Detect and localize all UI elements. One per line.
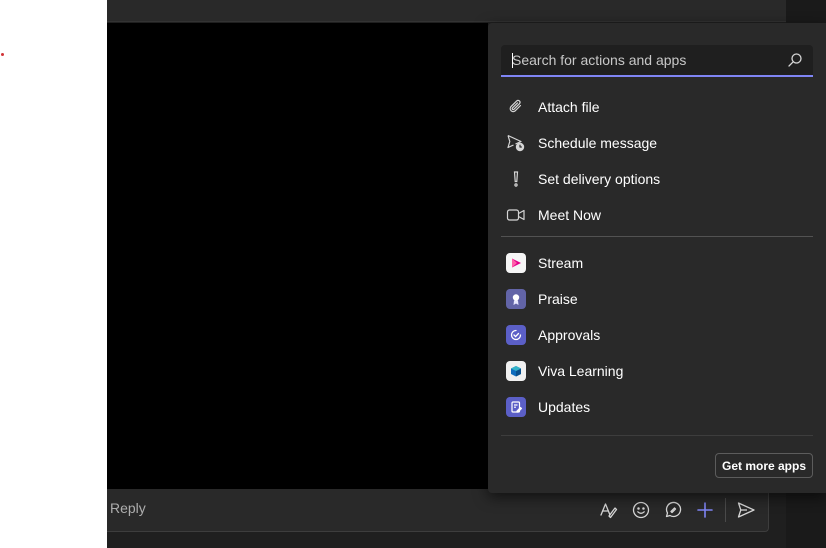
- reply-label[interactable]: Reply: [110, 500, 146, 516]
- video-camera-icon: [504, 203, 528, 227]
- updates-app-icon: [504, 395, 528, 419]
- toolbar-divider: [725, 498, 726, 522]
- partial-app-item[interactable]: [501, 425, 813, 433]
- get-more-apps-button[interactable]: Get more apps: [715, 453, 813, 478]
- app-list[interactable]: Stream Praise Approvals Viva Learning Up…: [488, 245, 826, 433]
- updates-app-label: Updates: [538, 399, 591, 415]
- search-icon[interactable]: [787, 52, 803, 68]
- stream-app-label: Stream: [538, 255, 584, 271]
- left-blank-area: [0, 0, 107, 548]
- search-box[interactable]: [501, 45, 813, 77]
- search-input[interactable]: [512, 45, 772, 75]
- praise-app-label: Praise: [538, 291, 578, 307]
- attach-file-label: Attach file: [538, 99, 600, 115]
- set-delivery-options-label: Set delivery options: [538, 171, 661, 187]
- schedule-send-icon: [504, 131, 528, 155]
- approvals-app-label: Approvals: [538, 327, 601, 343]
- set-delivery-options-item[interactable]: Set delivery options: [501, 161, 813, 197]
- format-icon[interactable]: [597, 499, 619, 521]
- meet-now-label: Meet Now: [538, 207, 602, 223]
- meet-now-item[interactable]: Meet Now: [501, 197, 813, 233]
- attach-file-item[interactable]: Attach file: [501, 89, 813, 125]
- exclamation-icon: [504, 167, 528, 191]
- stream-app-item[interactable]: Stream: [501, 245, 813, 281]
- stream-app-icon: [504, 251, 528, 275]
- approvals-app-item[interactable]: Approvals: [501, 317, 813, 353]
- viva-learning-app-label: Viva Learning: [538, 363, 624, 379]
- loop-icon[interactable]: [662, 499, 684, 521]
- actions-apps-panel: Attach file Schedule message Set deliver…: [488, 23, 826, 493]
- footer-divider: [501, 435, 813, 436]
- viva-learning-app-item[interactable]: Viva Learning: [501, 353, 813, 389]
- schedule-message-item[interactable]: Schedule message: [501, 125, 813, 161]
- notification-dot: [1, 53, 4, 56]
- top-bar: [107, 0, 786, 22]
- conversation-area: [107, 23, 488, 493]
- praise-app-item[interactable]: Praise: [501, 281, 813, 317]
- app-icon: [504, 431, 528, 433]
- updates-app-item[interactable]: Updates: [501, 389, 813, 425]
- compose-box[interactable]: Reply: [107, 489, 769, 532]
- screen: Reply Search for actions and apps Attach…: [0, 0, 826, 548]
- emoji-icon[interactable]: [630, 499, 652, 521]
- send-icon[interactable]: [735, 499, 757, 521]
- section-divider: [501, 236, 813, 237]
- approvals-app-icon: [504, 323, 528, 347]
- plus-icon[interactable]: [694, 499, 716, 521]
- paperclip-icon: [504, 95, 528, 119]
- text-caret: [512, 53, 513, 68]
- viva-learning-app-icon: [504, 359, 528, 383]
- praise-app-icon: [504, 287, 528, 311]
- schedule-message-label: Schedule message: [538, 135, 658, 151]
